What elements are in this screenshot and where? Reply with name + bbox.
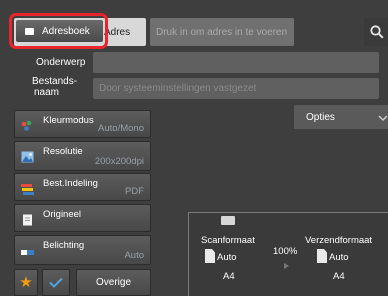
file-format-value: PDF (125, 186, 144, 197)
check-button[interactable] (42, 269, 70, 296)
search-button[interactable] (364, 18, 388, 46)
subject-label: Onderwerp (36, 57, 86, 68)
original-label: Origineel (43, 209, 82, 220)
filename-placeholder: Door systeeminstellingen vastgezet (99, 83, 257, 94)
original-button[interactable]: Origineel (14, 204, 151, 232)
other-label: Overige (95, 277, 131, 288)
exposure-value: Auto (124, 250, 144, 261)
send-size-value: Auto (329, 252, 349, 263)
color-mode-icon (21, 120, 32, 131)
send-page-icon (317, 249, 327, 263)
favorite-button[interactable]: ★ (14, 269, 38, 296)
address-placeholder: Druk in om adres in te voeren (156, 26, 288, 38)
filename-label-line1: Bestands- (32, 76, 78, 87)
star-icon: ★ (19, 274, 33, 291)
addressbook-button[interactable]: Adresboek (16, 20, 103, 42)
scan-paper-value: A4 (223, 271, 235, 282)
original-icon (23, 214, 32, 226)
options-tab[interactable]: Opties (294, 105, 388, 129)
other-button[interactable]: Overige (76, 269, 151, 296)
exposure-label: Belichting (43, 240, 85, 251)
options-label: Opties (306, 111, 335, 123)
resolution-icon (21, 151, 34, 163)
scanner-icon (221, 216, 235, 225)
color-mode-label: Kleurmodus (43, 115, 94, 126)
scan-size-value: Auto (217, 252, 237, 263)
filename-label-line2: naam (34, 87, 60, 98)
arrow-right-icon (284, 263, 289, 269)
file-format-label: Best.Indeling (43, 178, 98, 189)
resolution-button[interactable]: Resolutie 200x200dpi (14, 141, 151, 171)
address-input[interactable]: Druk in om adres in te voeren (150, 18, 294, 46)
search-icon (370, 25, 384, 39)
color-mode-button[interactable]: Kleurmodus Auto/Mono (14, 110, 151, 138)
address-label-area[interactable]: Adres (104, 18, 146, 46)
resolution-label: Resolutie (43, 146, 83, 157)
filename-label: Bestands- naam (32, 76, 77, 98)
ratio-value: 100% (273, 246, 298, 257)
chevron-down-icon (378, 115, 388, 121)
addressbook-label: Adresboek (42, 25, 90, 37)
exposure-button[interactable]: Belichting Auto (14, 235, 151, 265)
subject-input[interactable] (93, 52, 379, 73)
resolution-value: 200x200dpi (94, 156, 144, 167)
preview-panel: Scanformaat Verzendformaat Auto 100% Aut… (188, 212, 388, 296)
filename-input[interactable]: Door systeeminstellingen vastgezet (93, 78, 379, 99)
addressbook-icon (25, 27, 34, 35)
file-format-icon (21, 184, 34, 195)
checkmark-icon (49, 277, 63, 288)
exposure-icon (21, 250, 34, 255)
color-mode-value: Auto/Mono (98, 123, 144, 134)
scan-size-label: Scanformaat (201, 235, 255, 246)
scan-page-icon (205, 249, 215, 263)
send-size-label: Verzendformaat (305, 235, 373, 246)
file-format-button[interactable]: Best.Indeling PDF (14, 173, 151, 201)
send-paper-value: A4 (333, 271, 345, 282)
